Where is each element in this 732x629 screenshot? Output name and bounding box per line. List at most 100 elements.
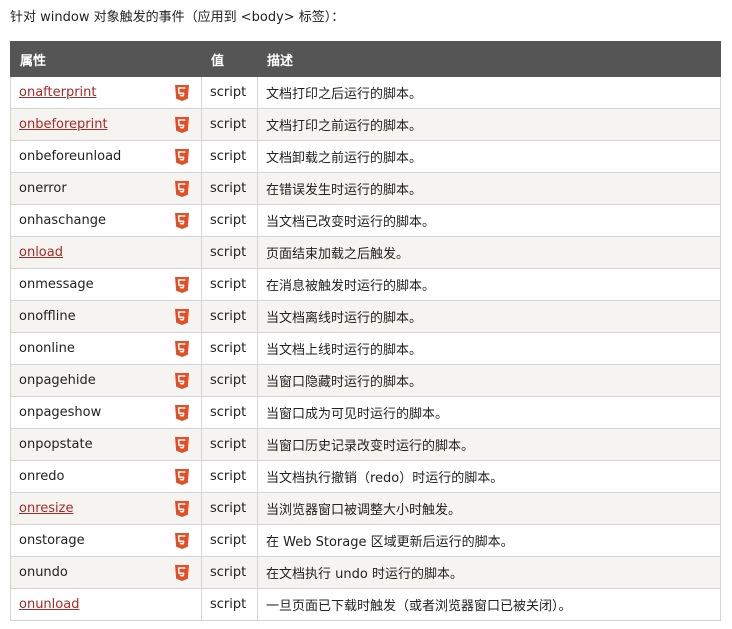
attribute-cell: onresize <box>10 492 202 525</box>
table-row: onafterprint script 文档打印之后运行的脚本。 <box>10 76 721 109</box>
attribute-cell: onoffline <box>10 300 202 333</box>
attribute-link[interactable]: onbeforeprint <box>19 117 108 132</box>
value-cell: script <box>201 268 258 301</box>
header-value: 值 <box>201 41 258 77</box>
attribute-cell: onload <box>10 236 202 269</box>
table-row: onpageshow script 当窗口成为可见时运行的脚本。 <box>10 396 721 429</box>
attribute-name: onmessage <box>19 277 94 292</box>
attribute-cell: onpopstate <box>10 428 202 461</box>
description-cell: 在 Web Storage 区域更新后运行的脚本。 <box>257 524 721 557</box>
attribute-cell: onbeforeunload <box>10 140 202 173</box>
html5-icon <box>175 116 189 133</box>
table-row: onload script 页面结束加载之后触发。 <box>10 236 721 269</box>
html5-icon <box>175 404 189 421</box>
table-body: onafterprint script 文档打印之后运行的脚本。 onbeforepr… <box>10 76 721 621</box>
description-cell: 当浏览器窗口被调整大小时触发。 <box>257 492 721 525</box>
value-cell: script <box>201 396 258 429</box>
header-attribute: 属性 <box>10 41 202 77</box>
description-cell: 在文档执行 undo 时运行的脚本。 <box>257 556 721 589</box>
table-row: onstorage script 在 Web Storage 区域更新后运行的脚本。 <box>10 524 721 557</box>
attribute-link[interactable]: onresize <box>19 501 73 516</box>
attribute-cell: onafterprint <box>10 76 202 109</box>
description-cell: 文档打印之前运行的脚本。 <box>257 108 721 141</box>
table-row: onredo script 当文档执行撤销（redo）时运行的脚本。 <box>10 460 721 493</box>
value-cell: script <box>201 332 258 365</box>
value-cell: script <box>201 108 258 141</box>
description-cell: 在消息被触发时运行的脚本。 <box>257 268 721 301</box>
html5-icon <box>175 500 189 517</box>
html5-icon <box>175 532 189 549</box>
attribute-name: ononline <box>19 341 75 356</box>
attribute-link[interactable]: onafterprint <box>19 85 97 100</box>
html5-icon <box>175 340 189 357</box>
description-cell: 文档卸载之前运行的脚本。 <box>257 140 721 173</box>
window-events-table: 属性 值 描述 onafterprint script 文档打印之后运行的脚本。 on… <box>10 41 721 621</box>
table-header-row: 属性 值 描述 <box>10 41 721 77</box>
table-row: onunload script 一旦页面已下载时触发（或者浏览器窗口已被关闭）。 <box>10 588 721 621</box>
value-cell: script <box>201 492 258 525</box>
html5-icon <box>175 372 189 389</box>
value-cell: script <box>201 460 258 493</box>
attribute-name: onpopstate <box>19 437 93 452</box>
table-row: ononline script 当文档上线时运行的脚本。 <box>10 332 721 365</box>
attribute-name: onhaschange <box>19 213 107 228</box>
table-row: onerror script 在错误发生时运行的脚本。 <box>10 172 721 205</box>
table-row: onbeforeunload script 文档卸载之前运行的脚本。 <box>10 140 721 173</box>
attribute-name: onpagehide <box>19 373 96 388</box>
value-cell: script <box>201 140 258 173</box>
html5-icon <box>175 276 189 293</box>
description-cell: 当文档执行撤销（redo）时运行的脚本。 <box>257 460 721 493</box>
attribute-cell: onerror <box>10 172 202 205</box>
html5-icon <box>175 468 189 485</box>
html5-icon <box>175 148 189 165</box>
attribute-cell: onstorage <box>10 524 202 557</box>
description-cell: 当文档上线时运行的脚本。 <box>257 332 721 365</box>
table-row: onbeforeprint script 文档打印之前运行的脚本。 <box>10 108 721 141</box>
value-cell: script <box>201 364 258 397</box>
description-cell: 当文档离线时运行的脚本。 <box>257 300 721 333</box>
value-cell: script <box>201 556 258 589</box>
attribute-cell: onhaschange <box>10 204 202 237</box>
html5-icon <box>175 436 189 453</box>
value-cell: script <box>201 300 258 333</box>
attribute-cell: onpagehide <box>10 364 202 397</box>
attribute-cell: onredo <box>10 460 202 493</box>
html5-icon <box>175 212 189 229</box>
table-row: onpopstate script 当窗口历史记录改变时运行的脚本。 <box>10 428 721 461</box>
attribute-name: onstorage <box>19 533 85 548</box>
value-cell: script <box>201 172 258 205</box>
table-row: onundo script 在文档执行 undo 时运行的脚本。 <box>10 556 721 589</box>
value-cell: script <box>201 428 258 461</box>
attribute-name: onundo <box>19 565 68 580</box>
description-cell: 文档打印之后运行的脚本。 <box>257 76 721 109</box>
value-cell: script <box>201 204 258 237</box>
description-cell: 当窗口成为可见时运行的脚本。 <box>257 396 721 429</box>
attribute-name: onredo <box>19 469 65 484</box>
html5-icon <box>175 308 189 325</box>
attribute-cell: onmessage <box>10 268 202 301</box>
value-cell: script <box>201 236 258 269</box>
attribute-link[interactable]: onload <box>19 245 63 260</box>
attribute-name: onpageshow <box>19 405 102 420</box>
intro-text: 针对 window 对象触发的事件（应用到 <body> 标签）： <box>10 10 345 25</box>
description-cell: 一旦页面已下载时触发（或者浏览器窗口已被关闭）。 <box>257 588 721 621</box>
html5-icon <box>175 180 189 197</box>
description-cell: 当窗口历史记录改变时运行的脚本。 <box>257 428 721 461</box>
attribute-link[interactable]: onunload <box>19 597 79 612</box>
attribute-cell: onunload <box>10 588 202 621</box>
table-row: onresize script 当浏览器窗口被调整大小时触发。 <box>10 492 721 525</box>
table-row: onhaschange script 当文档已改变时运行的脚本。 <box>10 204 721 237</box>
attribute-cell: onpageshow <box>10 396 202 429</box>
description-cell: 在错误发生时运行的脚本。 <box>257 172 721 205</box>
value-cell: script <box>201 76 258 109</box>
attribute-name: onbeforeunload <box>19 149 122 164</box>
description-cell: 当文档已改变时运行的脚本。 <box>257 204 721 237</box>
header-description: 描述 <box>257 41 721 77</box>
attribute-cell: onundo <box>10 556 202 589</box>
value-cell: script <box>201 524 258 557</box>
html5-icon <box>175 564 189 581</box>
table-row: onpagehide script 当窗口隐藏时运行的脚本。 <box>10 364 721 397</box>
description-cell: 当窗口隐藏时运行的脚本。 <box>257 364 721 397</box>
attribute-cell: ononline <box>10 332 202 365</box>
attribute-name: onoffline <box>19 309 76 324</box>
